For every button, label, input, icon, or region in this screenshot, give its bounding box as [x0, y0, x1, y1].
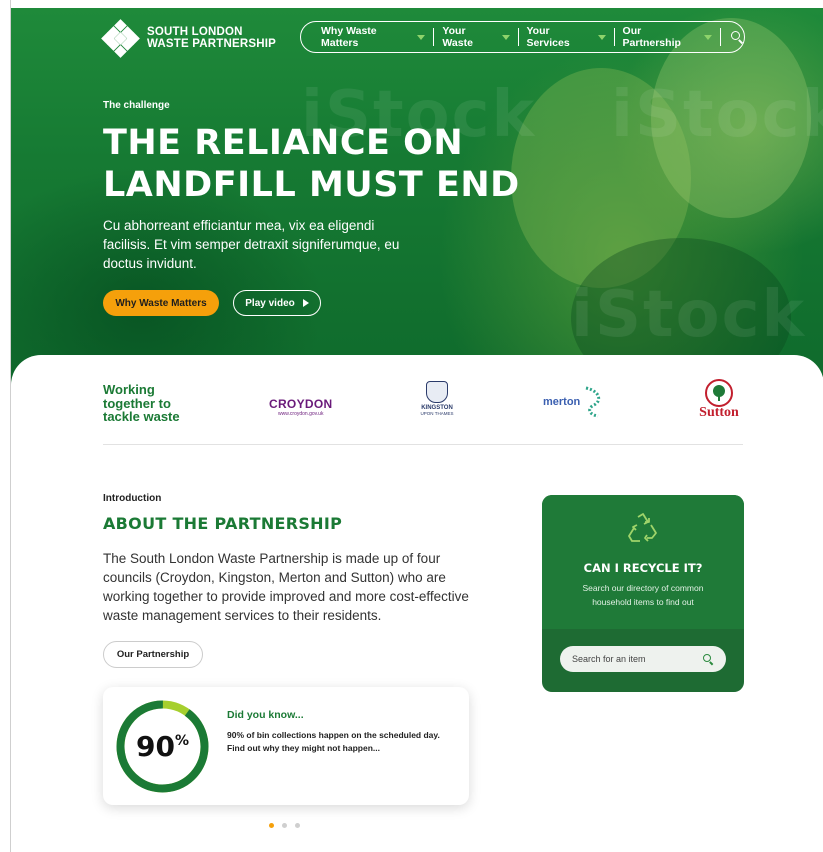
hero-title-line-2: LANDFILL MUST END — [103, 165, 520, 205]
search-icon[interactable] — [702, 653, 714, 665]
logo-line-1: SOUTH LONDON — [147, 26, 243, 38]
merton-name: merton — [543, 396, 581, 408]
fact-text: 90% of bin collections happen on the sch… — [227, 730, 440, 753]
tree-icon — [705, 379, 733, 407]
logo-icon — [101, 19, 140, 58]
croydon-logo[interactable]: CROYDON www.croydon.gov.uk — [269, 397, 332, 417]
chevron-down-icon — [501, 34, 510, 40]
intro-copy: The South London Waste Partnership is ma… — [103, 551, 469, 623]
recycle-icon — [628, 513, 657, 542]
hero-banner: iStock iStock iStock SOUTH LONDON WASTE … — [11, 8, 823, 388]
recycle-search-box — [560, 646, 726, 672]
merton-swirl-icon — [585, 386, 601, 418]
intro-eyebrow: Introduction — [103, 493, 162, 504]
croydon-url: www.croydon.gov.uk — [277, 411, 324, 417]
search-icon[interactable] — [729, 29, 744, 45]
hero-copy: Cu abhorreant efficiantur mea, vix ea el… — [103, 218, 400, 271]
recycle-subtitle: Search our directory of common household… — [582, 583, 704, 607]
nav-item-our-partnership[interactable]: Our Partnership — [615, 25, 720, 49]
tagline-line: together to — [103, 395, 171, 411]
nav-divider — [719, 28, 721, 46]
tagline-line: Working — [103, 382, 155, 397]
tagline-line: tackle waste — [103, 409, 180, 424]
chevron-down-icon — [703, 34, 712, 40]
main-nav: Why Waste Matters Your Waste Your Servic… — [300, 21, 745, 53]
hero-watermark: iStock — [611, 78, 823, 152]
chevron-down-icon — [597, 34, 606, 40]
partnership-tagline: Working together to tackle waste — [103, 383, 180, 424]
carousel-dot[interactable] — [269, 823, 274, 828]
play-video-label: Play video — [245, 297, 295, 309]
sutton-name: Sutton — [699, 405, 739, 420]
nav-label: Your Services — [526, 25, 570, 49]
nav-label: Our Partnership — [622, 25, 681, 49]
kingston-logo[interactable]: KINGSTON UPON THAMES — [419, 381, 455, 416]
kingston-crest-icon — [426, 381, 448, 403]
nav-item-your-waste[interactable]: Your Waste — [434, 25, 517, 49]
play-icon — [302, 299, 309, 307]
play-video-button[interactable]: Play video — [233, 290, 321, 316]
hero-watermark: iStock — [571, 278, 807, 352]
nav-label: Your Waste — [442, 25, 473, 49]
recycle-card: CAN I RECYCLE IT? Search our directory o… — [542, 495, 744, 692]
logo-text: SOUTH LONDON WASTE PARTNERSHIP — [147, 26, 276, 50]
merton-logo[interactable]: merton — [543, 385, 604, 419]
chevron-down-icon — [417, 34, 426, 40]
croydon-name: CROYDON — [269, 397, 333, 411]
hero-title-line-1: THE RELIANCE ON — [103, 123, 464, 163]
our-partnership-button[interactable]: Our Partnership — [103, 641, 203, 668]
sutton-logo[interactable]: Sutton — [693, 379, 745, 421]
why-waste-matters-button[interactable]: Why Waste Matters — [103, 290, 219, 316]
percent-symbol: % — [174, 732, 189, 749]
partner-logos: Working together to tackle waste CROYDON… — [103, 375, 743, 435]
percent-label: 90 % — [115, 699, 210, 794]
recycle-search-input[interactable] — [572, 654, 692, 664]
intro-title: ABOUT THE PARTNERSHIP — [103, 514, 343, 533]
logo-line-2: WASTE PARTNERSHIP — [147, 38, 277, 50]
fact-card[interactable]: 90 % Did you know... 90% of bin collecti… — [103, 687, 469, 805]
nav-label: Why Waste Matters — [321, 25, 377, 49]
kingston-subtitle: UPON THAMES — [420, 411, 454, 416]
carousel-dots — [269, 823, 300, 828]
carousel-dot[interactable] — [282, 823, 287, 828]
section-divider — [103, 444, 743, 445]
page: iStock iStock iStock SOUTH LONDON WASTE … — [10, 0, 823, 852]
site-logo[interactable]: SOUTH LONDON WASTE PARTNERSHIP — [101, 19, 276, 58]
hero-eyebrow: The challenge — [103, 100, 170, 111]
hero-title: THE RELIANCE ON LANDFILL MUST END — [103, 122, 583, 206]
recycle-title: CAN I RECYCLE IT? — [583, 561, 703, 575]
carousel-dot[interactable] — [295, 823, 300, 828]
nav-item-your-services[interactable]: Your Services — [518, 25, 613, 49]
nav-item-why-waste-matters[interactable]: Why Waste Matters — [313, 25, 433, 49]
percent-number: 90 — [136, 730, 175, 763]
fact-title: Did you know... — [227, 709, 304, 721]
